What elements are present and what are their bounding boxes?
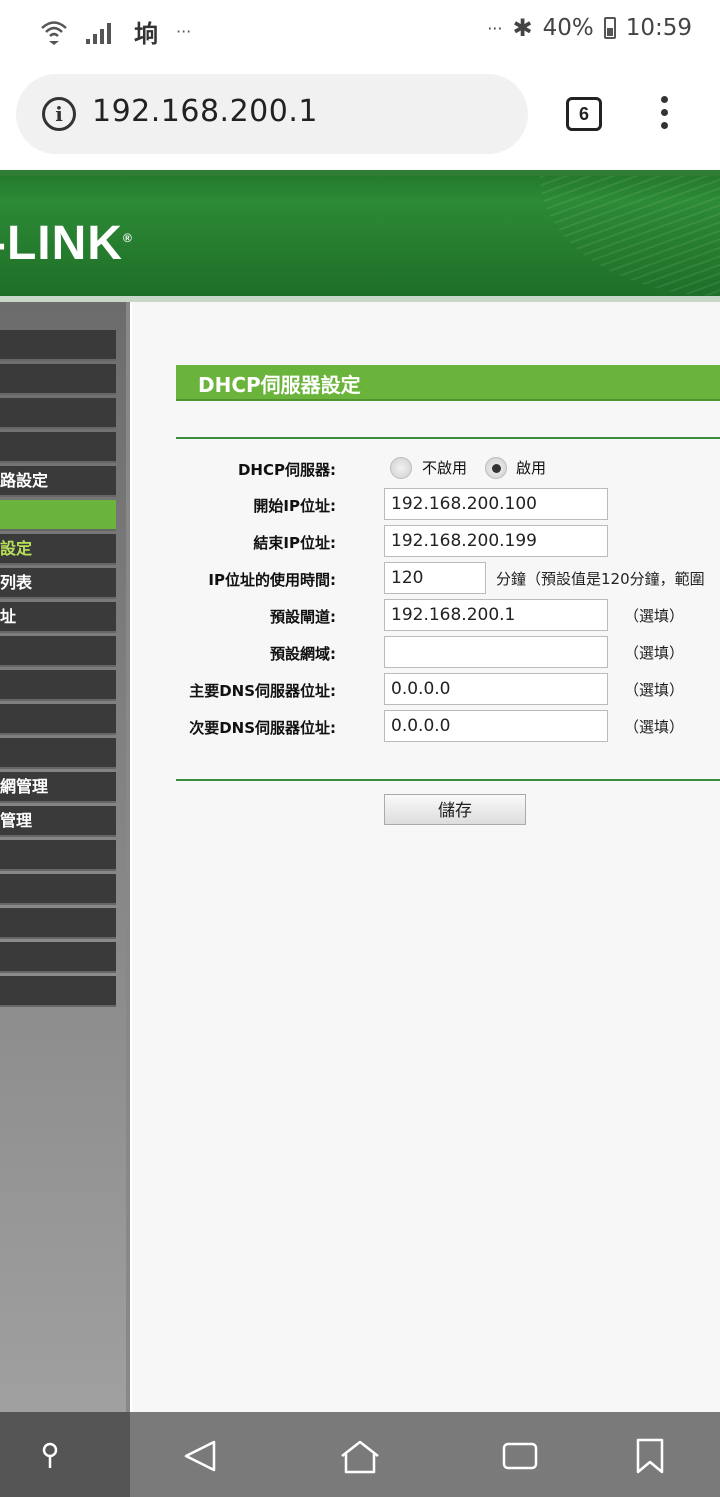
sidebar-item[interactable] xyxy=(0,432,116,463)
radio-disable-label: 不啟用 xyxy=(422,459,468,477)
bluetooth-icon: ✱ xyxy=(512,14,533,42)
overflow-menu-icon[interactable] xyxy=(652,96,676,136)
router-header: -LINK® xyxy=(0,170,720,300)
divider-bottom xyxy=(176,779,720,781)
save-button[interactable]: 儲存 xyxy=(384,794,526,825)
more-status-icon: ··· xyxy=(487,18,503,38)
pin-icon[interactable] xyxy=(28,1434,72,1478)
browser-toolbar: i 192.168.200.1 6 xyxy=(0,60,720,170)
lease-time-label: IP位址的使用時間: xyxy=(208,571,336,589)
radio-disable[interactable] xyxy=(390,457,412,479)
app-notification-icon: 垧 xyxy=(134,20,158,48)
url-text[interactable]: 192.168.200.1 xyxy=(92,94,318,129)
back-icon[interactable] xyxy=(178,1434,222,1478)
sidebar-item-client-list[interactable]: 列表 xyxy=(0,568,116,599)
secondary-dns-label: 次要DNS伺服器位址: xyxy=(189,719,336,737)
sidebar-item-network-management[interactable]: 網管理 xyxy=(0,772,116,803)
primary-dns-label: 主要DNS伺服器位址: xyxy=(189,682,336,700)
info-icon[interactable]: i xyxy=(42,97,76,131)
primary-dns-field[interactable]: 0.0.0.0 xyxy=(384,673,608,705)
secondary-dns-optional: （選填） xyxy=(624,718,685,736)
dhcp-settings-panel: DHCP伺服器設定 DHCP伺服器: 不啟用 啟用 開始IP位址: 192.16… xyxy=(132,302,720,1412)
divider-top xyxy=(176,437,720,439)
sidebar-item[interactable] xyxy=(0,840,116,871)
status-bar: 垧 ··· ··· ✱ 40% 10:59 xyxy=(0,0,720,60)
section-title-bar: DHCP伺服器設定 xyxy=(176,365,720,401)
home-icon[interactable] xyxy=(338,1434,382,1478)
sidebar-item[interactable] xyxy=(0,704,116,735)
clock: 10:59 xyxy=(625,15,692,41)
domain-field[interactable] xyxy=(384,636,608,668)
sidebar-item[interactable] xyxy=(0,636,116,667)
battery-percent: 40% xyxy=(542,15,594,41)
radio-enable[interactable] xyxy=(485,457,507,479)
radio-enable-label: 啟用 xyxy=(516,459,547,477)
battery-icon xyxy=(603,17,616,39)
domain-optional: （選填） xyxy=(624,644,685,662)
gateway-optional: （選填） xyxy=(624,607,685,625)
page-title: DHCP伺服器設定 xyxy=(198,373,361,397)
browser-bottom-bar xyxy=(0,1412,720,1497)
sidebar-item[interactable] xyxy=(0,364,116,395)
sidebar-item[interactable] xyxy=(0,670,116,701)
lease-time-note: 分鐘（預設值是120分鐘，範圍 xyxy=(496,570,705,588)
sidebar-item[interactable] xyxy=(0,330,116,361)
dhcp-server-label: DHCP伺服器: xyxy=(237,461,336,479)
domain-label: 預設網域: xyxy=(270,645,336,663)
sidebar-item-dhcp-settings[interactable]: 設定 xyxy=(0,534,116,565)
end-ip-field[interactable]: 192.168.200.199 xyxy=(384,525,608,557)
sidebar-menu: 路設定 設定 列表 址 網管理 管理 xyxy=(0,302,130,1412)
sidebar-rail xyxy=(126,302,130,1412)
signal-icon xyxy=(86,20,116,44)
sidebar-item[interactable] xyxy=(0,942,116,973)
start-ip-field[interactable]: 192.168.200.100 xyxy=(384,488,608,520)
sidebar-item-management[interactable]: 管理 xyxy=(0,806,116,837)
tp-link-logo: -LINK® xyxy=(0,217,133,270)
more-notifications-icon: ··· xyxy=(176,22,192,41)
sidebar-item[interactable] xyxy=(0,976,116,1007)
sidebar-item[interactable] xyxy=(0,874,116,905)
sidebar-item[interactable] xyxy=(0,398,116,429)
gateway-label: 預設閘道: xyxy=(270,608,336,626)
screen: 垧 ··· ··· ✱ 40% 10:59 i 192.168.200.1 6 … xyxy=(0,0,720,1497)
gateway-field[interactable]: 192.168.200.1 xyxy=(384,599,608,631)
tab-switcher-button[interactable]: 6 xyxy=(566,97,602,131)
primary-dns-optional: （選填） xyxy=(624,681,685,699)
wifi-icon xyxy=(41,20,67,45)
secondary-dns-field[interactable]: 0.0.0.0 xyxy=(384,710,608,742)
tabs-icon[interactable] xyxy=(498,1434,542,1478)
sidebar-item[interactable] xyxy=(0,908,116,939)
sidebar-item-dhcp-active[interactable] xyxy=(0,500,116,531)
sidebar-item-network-settings[interactable]: 路設定 xyxy=(0,466,116,497)
address-bar[interactable]: i 192.168.200.1 xyxy=(16,74,528,154)
start-ip-label: 開始IP位址: xyxy=(253,497,336,515)
bookmark-icon[interactable] xyxy=(628,1434,672,1478)
lease-time-field[interactable]: 120 xyxy=(384,562,486,594)
sidebar-item-address-reservation[interactable]: 址 xyxy=(0,602,116,633)
end-ip-label: 結束IP位址: xyxy=(253,534,336,552)
sidebar-item[interactable] xyxy=(0,738,116,769)
